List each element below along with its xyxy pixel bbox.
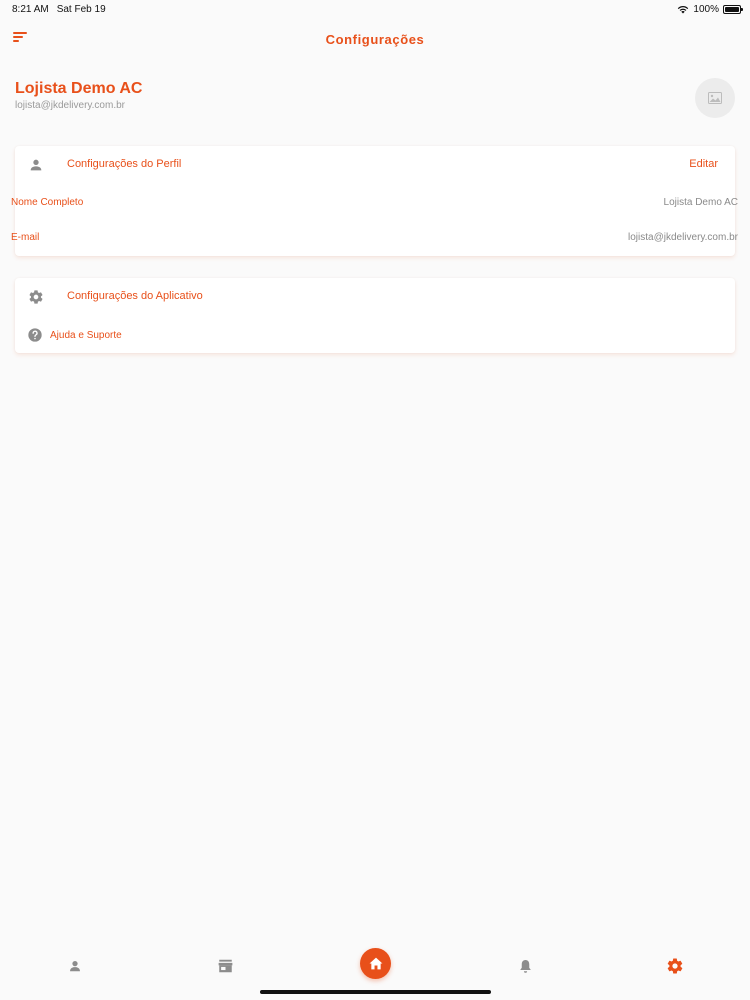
nav-person-icon[interactable] xyxy=(65,956,85,976)
nav-home-button[interactable] xyxy=(360,948,391,979)
help-support-item[interactable]: Ajuda e Suporte xyxy=(15,326,735,346)
help-support-label: Ajuda e Suporte xyxy=(50,330,122,341)
gear-icon xyxy=(28,289,44,305)
home-indicator xyxy=(260,990,491,994)
person-icon xyxy=(28,157,44,173)
status-bar: 8:21 AM Sat Feb 19 100% xyxy=(0,0,750,18)
profile-summary: Lojista Demo AC lojista@jkdelivery.com.b… xyxy=(15,78,735,122)
field-value-name: Lojista Demo AC xyxy=(663,197,738,208)
field-label-name: Nome Completo xyxy=(11,197,84,208)
profile-email: lojista@jkdelivery.com.br xyxy=(15,100,125,111)
nav-settings-icon[interactable] xyxy=(665,956,685,976)
home-icon xyxy=(369,957,382,970)
status-right: 100% xyxy=(677,3,743,15)
battery-percent: 100% xyxy=(693,3,719,15)
edit-button[interactable]: Editar xyxy=(689,158,718,170)
app-settings-header[interactable]: Configurações do Aplicativo xyxy=(15,278,735,316)
image-placeholder-icon xyxy=(708,92,722,104)
app-settings-card: Configurações do Aplicativo Ajuda e Supo… xyxy=(15,278,735,353)
status-date: Sat Feb 19 xyxy=(56,3,106,15)
help-icon xyxy=(27,327,43,343)
battery-icon xyxy=(723,4,743,14)
bottom-nav xyxy=(0,940,750,990)
settings-screen: 8:21 AM Sat Feb 19 100% Configurações Lo… xyxy=(0,0,750,1000)
status-left: 8:21 AM Sat Feb 19 xyxy=(12,4,106,15)
sort-icon[interactable] xyxy=(13,32,29,46)
avatar[interactable] xyxy=(695,78,735,118)
nav-store-icon[interactable] xyxy=(215,956,235,976)
field-value-email: lojista@jkdelivery.com.br xyxy=(628,232,738,243)
app-settings-title: Configurações do Aplicativo xyxy=(67,290,203,302)
wifi-icon xyxy=(678,5,689,13)
profile-settings-header: Configurações do Perfil Editar xyxy=(15,146,735,184)
field-row-name: Nome Completo Lojista Demo AC xyxy=(0,197,750,217)
nav-bell-icon[interactable] xyxy=(515,956,535,976)
field-label-email: E-mail xyxy=(11,232,40,243)
field-row-email: E-mail lojista@jkdelivery.com.br xyxy=(0,232,750,252)
profile-settings-title: Configurações do Perfil xyxy=(67,158,182,170)
status-time: 8:21 AM xyxy=(12,3,49,15)
profile-name: Lojista Demo AC xyxy=(15,80,143,97)
app-header: Configurações xyxy=(0,22,750,56)
page-title: Configurações xyxy=(325,31,425,47)
